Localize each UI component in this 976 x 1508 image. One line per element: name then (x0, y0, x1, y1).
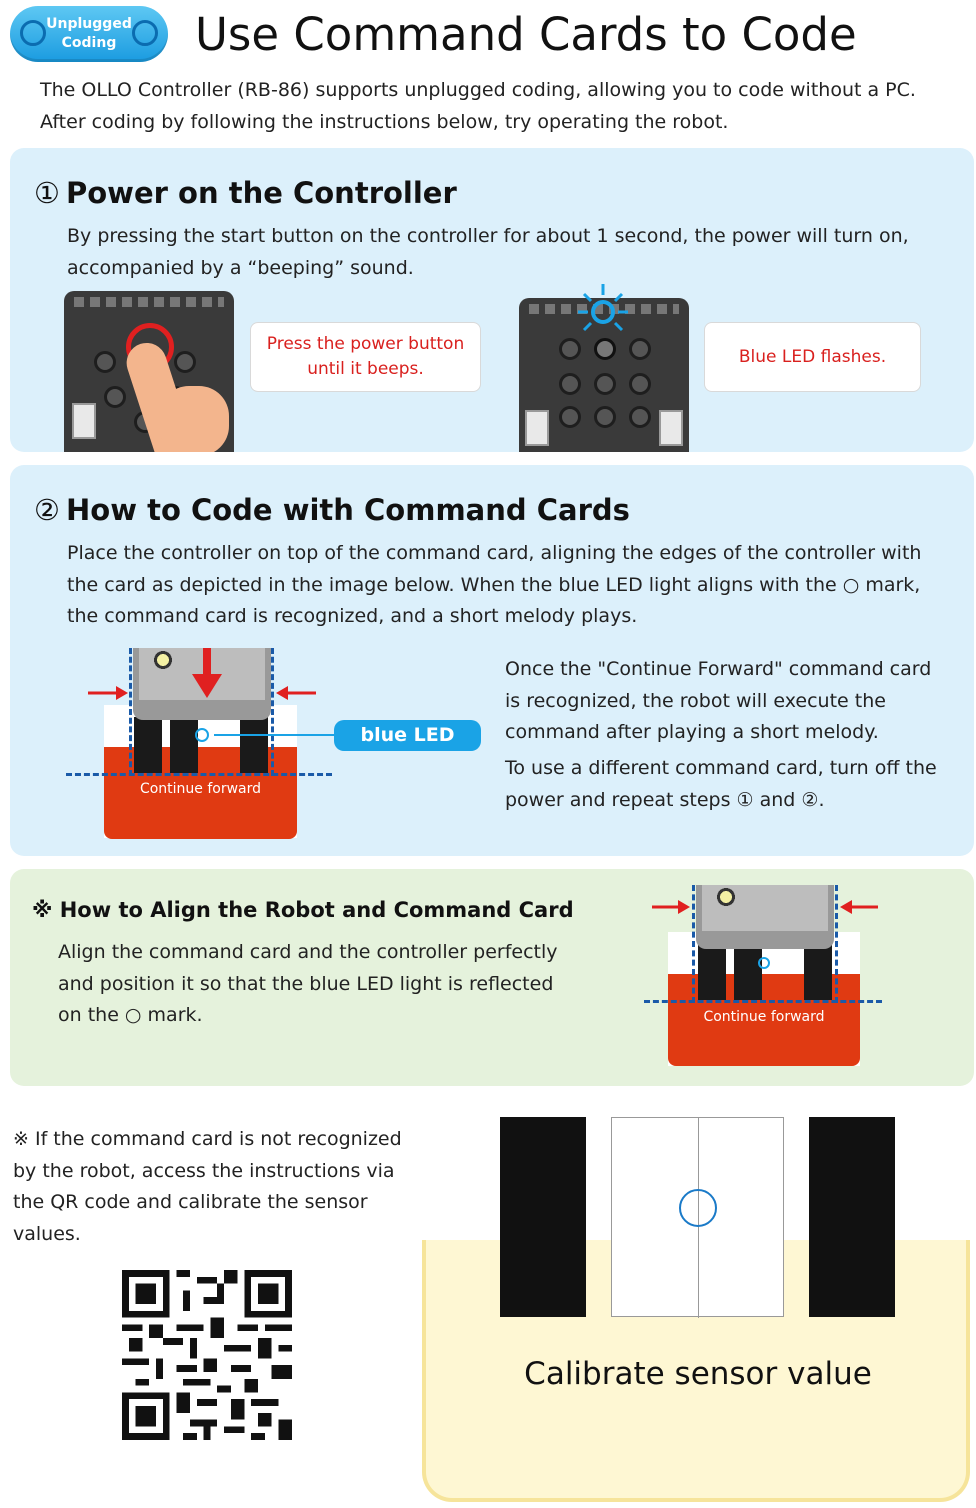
align-guide-horizontal (644, 1000, 882, 1003)
intro-text: The OLLO Controller (RB-86) supports unp… (40, 74, 960, 138)
align-guide-left (129, 648, 132, 776)
align-card-label: Continue forward (703, 1009, 825, 1025)
card-label-continue-forward: Continue forward (139, 781, 262, 797)
align-controller-top-view (696, 885, 834, 949)
calibration-white-area (611, 1117, 784, 1318)
align-guide-left (692, 885, 695, 1003)
align-card-bar-right (804, 944, 832, 1000)
right-arrow-icon (88, 686, 128, 700)
step2-title: ② How to Code with Command Cards (34, 493, 630, 527)
align-panel: ※ How to Align the Robot and Command Car… (10, 869, 974, 1086)
badge-ring-icon (132, 20, 158, 46)
controller-image-power (64, 291, 234, 452)
step2-text: Place the controller on top of the comma… (67, 542, 922, 627)
step2-side-text1: Once the "Continue Forward" command card… (505, 658, 932, 743)
qr-code[interactable] (122, 1270, 292, 1440)
intro-line2: After coding by following the instructio… (40, 111, 729, 133)
step1-title: ① Power on the Controller (34, 176, 457, 210)
callout-press-power: Press the power button until it beeps. (250, 322, 481, 392)
step1-panel: ① Power on the Controller By pressing the… (10, 148, 974, 452)
step2-side-text2: To use a different command card, turn of… (505, 757, 937, 811)
step2-number: ② (34, 493, 60, 527)
card-bar-mid (170, 717, 198, 773)
led-target-mark (195, 728, 209, 742)
align-card-bar-mid (734, 944, 762, 1000)
blue-led-label: blue LED (334, 720, 481, 751)
calibration-target-mark (679, 1189, 717, 1227)
step1-number: ① (34, 176, 60, 210)
led-pointer-line (214, 734, 340, 736)
intro-line1: The OLLO Controller (RB-86) supports unp… (40, 79, 916, 101)
calibration-bar-right (809, 1117, 895, 1317)
page-title: Use Command Cards to Code (195, 8, 857, 61)
right-arrow-icon (652, 900, 690, 914)
hand-icon (159, 386, 229, 452)
left-arrow-icon (840, 900, 878, 914)
calibration-label: Calibrate sensor value (524, 1356, 872, 1392)
align-title: ※ How to Align the Robot and Command Car… (32, 898, 574, 922)
card-bar-left (134, 717, 162, 773)
down-arrow-icon (192, 648, 222, 698)
blue-led-flash-icon (578, 284, 628, 332)
align-text: Align the command card and the controlle… (58, 941, 558, 1026)
step2-title-text: How to Code with Command Cards (66, 493, 630, 527)
badge-ring-icon (20, 20, 46, 46)
step2-panel: ② How to Code with Command Cards Place th… (10, 465, 974, 856)
align-led-target-mark (758, 957, 770, 969)
unplugged-coding-badge: Unplugged Coding (10, 6, 168, 62)
card-bar-right (240, 717, 268, 773)
step1-title-text: Power on the Controller (66, 176, 457, 210)
step1-text: By pressing the start button on the cont… (67, 225, 909, 279)
left-arrow-icon (276, 686, 316, 700)
align-guide-right (271, 648, 274, 776)
calibration-bar-left (500, 1117, 586, 1317)
calibration-note: ※ If the command card is not recognized … (13, 1128, 402, 1245)
callout-blue-led: Blue LED flashes. (704, 322, 921, 392)
align-guide-horizontal (66, 773, 332, 776)
align-card-bar-left (698, 944, 726, 1000)
